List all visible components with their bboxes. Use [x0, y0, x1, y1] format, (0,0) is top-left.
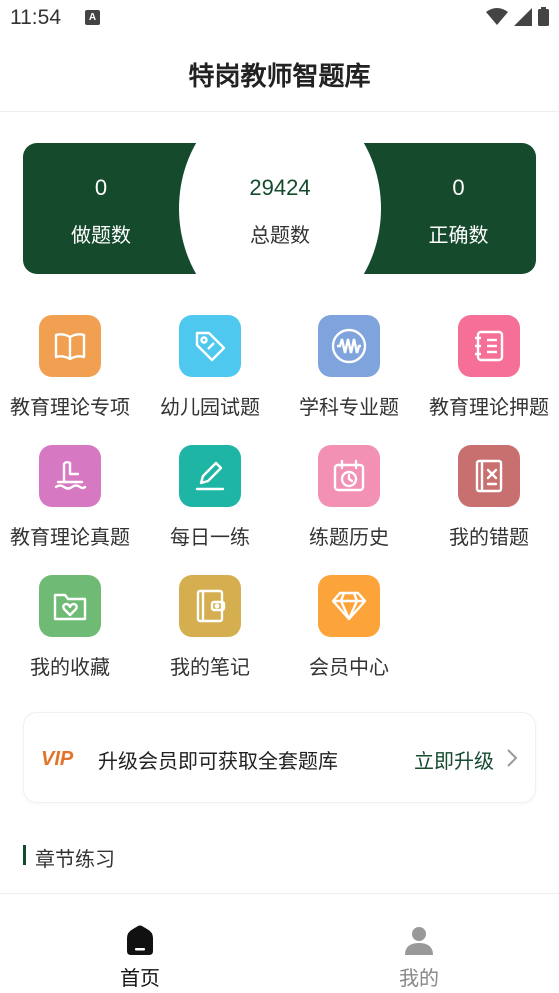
- vip-badge: VIP: [41, 748, 74, 769]
- diamond-icon: [318, 575, 380, 637]
- svg-text:VIP: VIP: [41, 748, 74, 769]
- grid-item-daily[interactable]: 每日一练: [140, 445, 280, 565]
- grid-item-predict[interactable]: 教育理论押题: [419, 315, 559, 435]
- stat-correct: 0 正确数: [381, 143, 536, 274]
- calendar-history-icon: [318, 445, 380, 507]
- book-icon: [39, 315, 101, 377]
- home-icon: [127, 925, 153, 955]
- status-bar: 11:54 A: [0, 0, 559, 38]
- grid-label: 教育理论押题: [429, 395, 549, 419]
- page-title: 特岗教师智题库: [188, 62, 371, 92]
- grid-label: 练题历史: [309, 525, 389, 549]
- stat-done-label: 做题数: [71, 223, 131, 247]
- grid-item-theory-special[interactable]: 教育理论专项: [0, 315, 140, 435]
- section-title: 章节练习: [35, 847, 115, 871]
- nav-mine[interactable]: 我的: [349, 894, 489, 993]
- grid-item-wrong[interactable]: 我的错题: [419, 445, 559, 565]
- section-bar: [23, 845, 26, 865]
- grid-label: 教育理论真题: [10, 525, 130, 549]
- grid-label: 我的错题: [449, 525, 529, 549]
- stat-total-label: 总题数: [250, 223, 310, 247]
- grid-item-notes[interactable]: 我的笔记: [140, 575, 280, 695]
- grid-item-member[interactable]: 会员中心: [279, 575, 419, 695]
- stats-card: 0 做题数 29424 总题数 0 正确数: [23, 143, 536, 274]
- wallet-notebook-icon: [179, 575, 241, 637]
- heart-folder-icon: [39, 575, 101, 637]
- bottom-nav: 首页 我的: [0, 893, 559, 993]
- wifi-icon: [486, 8, 508, 25]
- grid-item-subject[interactable]: 学科专业题: [279, 315, 419, 435]
- grid-label: 我的笔记: [170, 655, 250, 679]
- vip-banner[interactable]: VIP 升级会员即可获取全套题库 立即升级: [23, 712, 536, 803]
- stat-correct-label: 正确数: [428, 223, 489, 247]
- error-book-icon: [458, 445, 520, 507]
- grid-label: 每日一练: [170, 525, 250, 549]
- grid-label: 会员中心: [309, 655, 389, 679]
- grid-label: 我的收藏: [30, 655, 110, 679]
- user-icon: [405, 927, 433, 955]
- grid-item-history[interactable]: 练题历史: [279, 445, 419, 565]
- stat-done-value: 0: [94, 175, 108, 200]
- notification-icon: A: [85, 10, 100, 25]
- nav-mine-label: 我的: [399, 966, 439, 990]
- pencil-icon: [179, 445, 241, 507]
- sailboat-icon: [39, 445, 101, 507]
- grid-item-real-exam[interactable]: 教育理论真题: [0, 445, 140, 565]
- signal-icon: [514, 8, 532, 26]
- stat-correct-value: 0: [452, 175, 465, 200]
- tag-icon: [179, 315, 241, 377]
- upgrade-link[interactable]: 立即升级: [414, 745, 494, 774]
- grid-label: 学科专业题: [299, 395, 399, 419]
- vip-text: 升级会员即可获取全套题库: [98, 749, 338, 773]
- battery-icon: [538, 7, 549, 26]
- status-time: 11:54: [10, 6, 61, 29]
- stat-total-value: 29424: [249, 175, 311, 200]
- title-bar: 特岗教师智题库: [0, 38, 559, 112]
- status-icons: [486, 7, 549, 26]
- stat-done: 0 做题数: [23, 143, 179, 274]
- waveform-icon: [318, 315, 380, 377]
- grid-label: 教育理论专项: [10, 395, 130, 419]
- notebook-icon: [458, 315, 520, 377]
- nav-home[interactable]: 首页: [70, 894, 210, 993]
- grid-label: 幼儿园试题: [160, 395, 260, 419]
- grid-item-favorites[interactable]: 我的收藏: [0, 575, 140, 695]
- grid-item-kindergarten[interactable]: 幼儿园试题: [140, 315, 280, 435]
- nav-home-label: 首页: [120, 966, 160, 990]
- stat-total: 29424 总题数: [179, 143, 381, 274]
- chevron-right-icon: [507, 749, 518, 767]
